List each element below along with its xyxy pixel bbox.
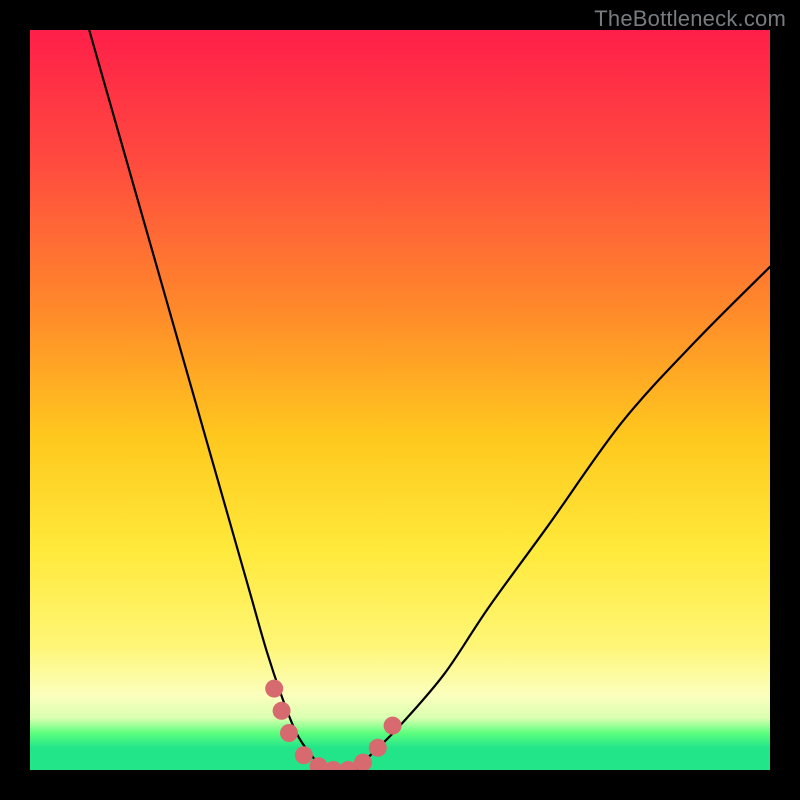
valley-dot [273, 702, 291, 720]
valley-dot [369, 739, 387, 757]
valley-dot [295, 746, 313, 764]
valley-dot [265, 680, 283, 698]
valley-dots [265, 680, 401, 770]
plot-area [30, 30, 770, 770]
bottleneck-chart [30, 30, 770, 770]
valley-dot [280, 724, 298, 742]
bottleneck-curve [89, 30, 770, 770]
valley-dot [384, 717, 402, 735]
watermark-text: TheBottleneck.com [594, 6, 786, 32]
